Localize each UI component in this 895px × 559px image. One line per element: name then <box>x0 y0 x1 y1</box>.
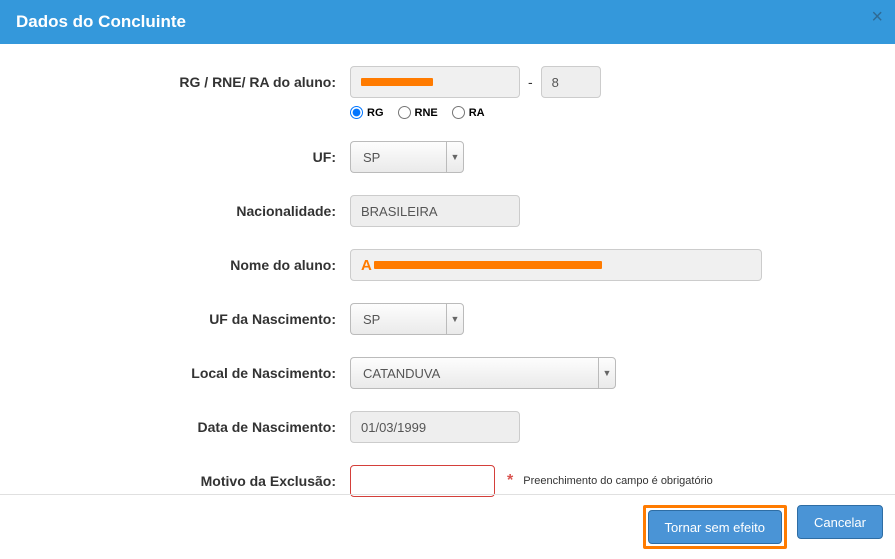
label-rg: RG / RNE/ RA do aluno: <box>40 74 350 90</box>
modal-header: Dados do Concluinte × <box>0 0 895 44</box>
label-data-nasc: Data de Nascimento: <box>40 419 350 435</box>
row-data-nasc: Data de Nascimento: <box>40 411 855 443</box>
radio-rne-input[interactable] <box>398 106 411 119</box>
nome-input[interactable]: A <box>350 249 762 281</box>
required-msg: Preenchimento do campo é obrigatório <box>523 475 713 487</box>
radio-rne[interactable]: RNE <box>398 106 438 119</box>
uf-nasc-select[interactable]: SP ▼ <box>350 303 464 335</box>
row-uf-nasc: UF da Nascimento: SP ▼ <box>40 303 855 335</box>
radio-ra-input[interactable] <box>452 106 465 119</box>
primary-highlight: Tornar sem efeito <box>643 505 787 549</box>
chevron-down-icon: ▼ <box>446 303 464 335</box>
uf-select-value: SP <box>350 141 446 173</box>
row-rg: RG / RNE/ RA do aluno: - <box>40 66 855 98</box>
radio-rg-label: RG <box>367 107 384 119</box>
nacionalidade-input[interactable] <box>350 195 520 227</box>
nome-initial: A <box>361 257 372 274</box>
uf-select[interactable]: SP ▼ <box>350 141 464 173</box>
row-nacionalidade: Nacionalidade: <box>40 195 855 227</box>
radio-rne-label: RNE <box>415 107 438 119</box>
label-nacionalidade: Nacionalidade: <box>40 203 350 219</box>
redacted-icon <box>374 261 602 269</box>
row-local-nasc: Local de Nascimento: CATANDUVA ▼ <box>40 357 855 389</box>
form-body: RG / RNE/ RA do aluno: - RG RNE RA UF: S… <box>0 44 895 529</box>
radio-ra-label: RA <box>469 107 485 119</box>
redacted-icon <box>361 78 433 86</box>
tornar-sem-efeito-button[interactable]: Tornar sem efeito <box>648 510 782 544</box>
local-nasc-select[interactable]: CATANDUVA ▼ <box>350 357 616 389</box>
uf-nasc-value: SP <box>350 303 446 335</box>
label-uf: UF: <box>40 149 350 165</box>
doc-type-radios: RG RNE RA <box>350 106 855 119</box>
radio-rg-input[interactable] <box>350 106 363 119</box>
row-motivo: Motivo da Exclusão: * Preenchimento do c… <box>40 465 855 497</box>
rg-input[interactable] <box>350 66 520 98</box>
close-icon[interactable]: × <box>871 6 883 29</box>
radio-ra[interactable]: RA <box>452 106 485 119</box>
radio-rg[interactable]: RG <box>350 106 384 119</box>
modal-title: Dados do Concluinte <box>16 12 186 31</box>
required-star-icon: * <box>507 472 513 490</box>
modal-footer: Tornar sem efeito Cancelar <box>0 494 895 559</box>
motivo-input[interactable] <box>350 465 495 497</box>
label-uf-nasc: UF da Nascimento: <box>40 311 350 327</box>
row-nome: Nome do aluno: A <box>40 249 855 281</box>
data-nasc-input[interactable] <box>350 411 520 443</box>
label-motivo: Motivo da Exclusão: <box>40 473 350 489</box>
label-nome: Nome do aluno: <box>40 257 350 273</box>
local-nasc-value: CATANDUVA <box>350 357 598 389</box>
dash-separator: - <box>526 74 535 90</box>
cancel-button[interactable]: Cancelar <box>797 505 883 539</box>
rg-digit-input[interactable] <box>541 66 601 98</box>
chevron-down-icon: ▼ <box>446 141 464 173</box>
row-uf: UF: SP ▼ <box>40 141 855 173</box>
chevron-down-icon: ▼ <box>598 357 616 389</box>
label-local-nasc: Local de Nascimento: <box>40 365 350 381</box>
